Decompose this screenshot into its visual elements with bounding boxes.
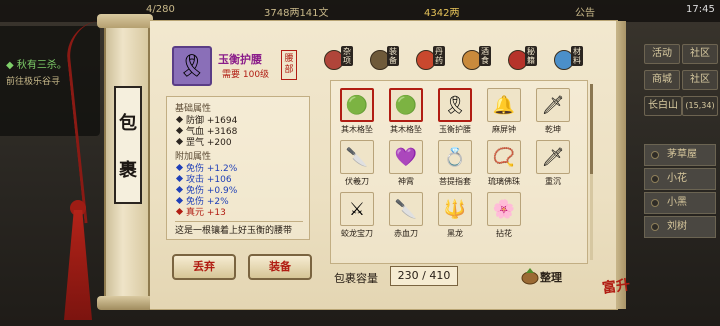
blade-icon: 🔪 (345, 146, 369, 168)
inventory-slot[interactable]: 🎗 (438, 88, 472, 122)
notice-button[interactable]: 公告 (575, 4, 595, 19)
inventory-slot[interactable]: 💍 (438, 140, 472, 174)
item-description: 这是一根镶着上好玉衡的腰带 (175, 226, 293, 236)
inventory-slot[interactable]: 🔪 (389, 192, 423, 226)
inventory-item-name: 神霄 (398, 177, 414, 186)
inventory-slot[interactable]: 🔔 (487, 88, 521, 122)
flower-icon: 🌸 (492, 198, 516, 220)
tab-food[interactable]: 酒食 (462, 46, 498, 72)
clock-text: 17:45 (686, 4, 715, 15)
inventory-slot[interactable]: 🔱 (438, 192, 472, 226)
inventory-slot[interactable]: 🗡 (536, 88, 570, 122)
beads-icon: 📿 (492, 146, 516, 168)
spear-icon: 🔱 (443, 198, 467, 220)
equip-button[interactable]: 装备 (248, 254, 312, 280)
item-level-requirement: 需要 100级 (222, 70, 270, 80)
npc-dot-icon (651, 223, 659, 231)
inventory-slot[interactable]: 🟢 (389, 88, 423, 122)
item-slot-tag: 腰部 (281, 50, 297, 80)
capacity-value: 230 / 410 (390, 266, 458, 286)
sword-icon: 🗡 (541, 94, 565, 116)
npc-list-item[interactable]: 刘树 (644, 216, 716, 238)
jade-pendant-icon: 🟢 (394, 94, 418, 116)
item-name: 玉衡护腰 (218, 53, 262, 66)
tab-misc[interactable]: 杂项 (324, 46, 360, 72)
inventory-item-name: 其木格坠 (390, 125, 422, 134)
tab-label: 秘籍 (525, 46, 537, 66)
gold-text: 4342两 (424, 8, 460, 19)
inventory-item-name: 玉衡护腰 (439, 125, 471, 134)
inventory-slot[interactable]: 💜 (389, 140, 423, 174)
seal-stamp: 富升 (601, 277, 632, 297)
extra-attr-row: 真元 +13 (175, 205, 226, 218)
inventory-slot[interactable]: 🗡 (536, 140, 570, 174)
inventory-slot[interactable]: 🌸 (487, 192, 521, 226)
npc-name: 刘树 (667, 221, 687, 232)
finger-guard-icon: 💍 (443, 146, 467, 168)
tab-book[interactable]: 秘籍 (508, 46, 544, 72)
inventory-item-name: 其木格坠 (341, 125, 373, 134)
sort-bag-icon[interactable] (520, 265, 540, 285)
dagger-icon: 🗡 (541, 146, 565, 168)
sort-button[interactable]: 整理 (540, 269, 562, 285)
community-button[interactable]: 社区 (682, 44, 718, 64)
selected-item-icon: 🎗 (172, 46, 212, 86)
inventory-item-name: 菩提指套 (439, 177, 471, 186)
inventory-item-name: 琉璃佛珠 (488, 177, 520, 186)
tab-equipment[interactable]: 装备 (370, 46, 406, 72)
tab-label: 材料 (571, 46, 583, 66)
panel-title-char: 裹 (119, 159, 137, 181)
npc-list-item[interactable]: 小黑 (644, 192, 716, 214)
claw-icon: 💜 (394, 146, 418, 168)
inventory-slot[interactable]: 📿 (487, 140, 521, 174)
tab-pill[interactable]: 丹药 (416, 46, 452, 72)
location-coords: (15,34) (682, 96, 718, 116)
dragon-blade-icon: ⚔ (348, 198, 366, 220)
item-info-panel[interactable]: 基础属性 防御 +1694 气血 +3168 罡气 +200 附加属性 免伤 +… (166, 96, 310, 240)
npc-dot-icon (651, 151, 659, 159)
location-name: 长白山 (644, 96, 682, 116)
shop-button[interactable]: 商城 (644, 70, 680, 90)
npc-name: 小花 (667, 173, 687, 184)
base-attr-row: 罡气 +200 (175, 135, 232, 148)
panel-title-char: 包 (119, 112, 137, 134)
inventory-item-name: 乾坤 (545, 125, 561, 134)
tab-label: 装备 (387, 46, 399, 66)
scroll-roller-bottom (97, 296, 153, 310)
panel-title: 包 裹 (114, 86, 142, 204)
inventory-item-name: 蛟龙宝刀 (341, 229, 373, 238)
tab-label: 丹药 (433, 46, 445, 66)
inventory-item-name: 伏羲刀 (345, 177, 369, 186)
inventory-item-name: 黑龙 (447, 229, 463, 238)
red-blade-icon: 🔪 (394, 198, 418, 220)
grid-scrollbar-thumb[interactable] (590, 84, 593, 174)
npc-name: 小黑 (667, 197, 687, 208)
inventory-item-name: 拈花 (496, 229, 512, 238)
jade-pendant-icon: 🟢 (345, 94, 369, 116)
belt-icon: 🎗 (443, 94, 467, 116)
bell-icon: 🔔 (492, 94, 516, 116)
npc-dot-icon (651, 175, 659, 183)
scroll-roller-top (97, 14, 153, 28)
tab-label: 酒食 (479, 46, 491, 66)
activity-button[interactable]: 活动 (644, 44, 680, 64)
inventory-item-name: 重沉 (545, 177, 561, 186)
inventory-slot[interactable]: ⚔ (340, 192, 374, 226)
community-button-2[interactable]: 社区 (682, 70, 718, 90)
drop-button[interactable]: 丢弃 (172, 254, 236, 280)
tab-label: 杂项 (341, 46, 353, 66)
inventory-item-name: 麻屏钟 (492, 125, 516, 134)
inventory-slot[interactable]: 🔪 (340, 140, 374, 174)
npc-dot-icon (651, 199, 659, 207)
npc-list-item[interactable]: 小花 (644, 168, 716, 190)
info-divider (175, 221, 303, 222)
inventory-slot[interactable]: 🟢 (340, 88, 374, 122)
money-text: 3748两141文 (264, 8, 329, 19)
npc-name: 茅草屋 (667, 149, 697, 160)
npc-list-item[interactable]: 茅草屋 (644, 144, 716, 166)
inventory-item-name: 赤血刀 (394, 229, 418, 238)
tab-material[interactable]: 材料 (554, 46, 590, 72)
capacity-label: 包裹容量 (334, 272, 378, 285)
